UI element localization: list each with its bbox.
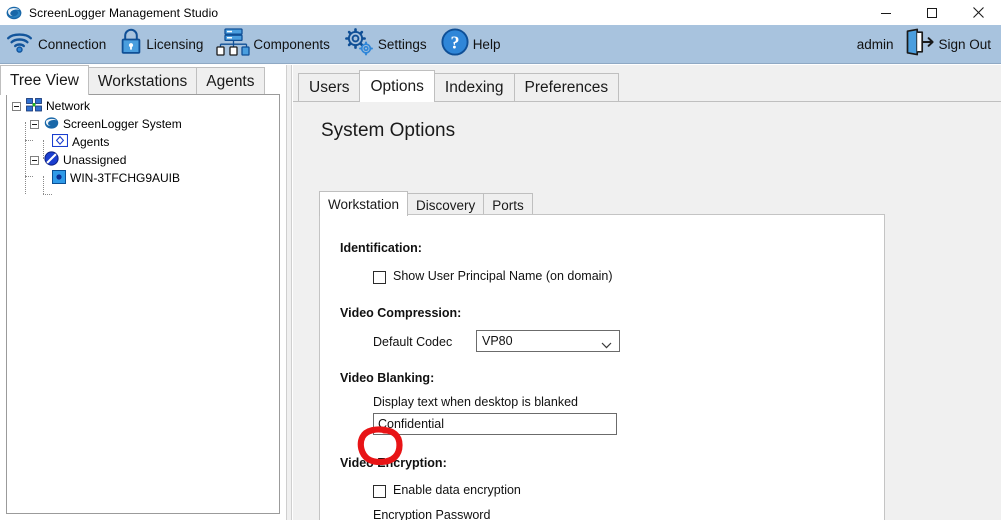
show-upn-checkbox[interactable] (373, 271, 386, 284)
display-blank-text-label: Display text when desktop is blanked (373, 395, 578, 409)
no-entry-icon (44, 151, 59, 169)
video-compression-heading: Video Compression: (340, 306, 461, 320)
tab-users[interactable]: Users (298, 73, 360, 102)
window-title: ScreenLogger Management Studio (29, 6, 218, 20)
tree-expander-unassigned[interactable] (30, 156, 39, 165)
main-tab-bar: Users Options Indexing Preferences (298, 70, 618, 102)
screenlogger-swirl-icon (44, 116, 59, 133)
tree-item-screenlogger-system[interactable]: ScreenLogger System (30, 115, 182, 133)
close-button[interactable] (955, 0, 1001, 25)
encryption-password-label: Encryption Password (373, 508, 490, 520)
tab-users-label: Users (309, 79, 349, 97)
tree-expander-screenlogger-system[interactable] (30, 120, 39, 129)
tab-indexing-label: Indexing (445, 79, 504, 97)
minimize-button[interactable] (863, 0, 909, 25)
identification-heading: Identification: (340, 241, 422, 255)
display-blank-text-input[interactable] (373, 413, 617, 435)
tree-connector-line (43, 194, 52, 195)
tab-agents[interactable]: Agents (196, 67, 264, 95)
tree-item-network[interactable]: Network (12, 97, 90, 115)
toolbar-button-licensing[interactable]: Licensing (114, 25, 211, 64)
enable-data-encryption-checkbox[interactable] (373, 485, 386, 498)
tab-options-label: Options (370, 78, 423, 96)
subtab-discovery[interactable]: Discovery (407, 193, 484, 216)
tree-connector-line (43, 176, 44, 194)
tab-tree-view-label: Tree View (10, 72, 79, 90)
current-user-label: admin (857, 37, 894, 52)
sub-tab-bar: Workstation Discovery Ports (319, 191, 532, 216)
default-codec-select[interactable]: VP80 (476, 330, 620, 352)
tree-label-workstation: WIN-3TFCHG9AUIB (70, 171, 180, 185)
main-toolbar: Connection Licensing (0, 25, 1001, 64)
tab-agents-label: Agents (206, 73, 254, 91)
toolbar-user-area: admin Sign Out (857, 28, 1001, 61)
tab-preferences-label: Preferences (525, 79, 609, 97)
show-upn-label: Show User Principal Name (on domain) (393, 269, 613, 283)
tab-indexing[interactable]: Indexing (434, 73, 515, 102)
right-panel: Users Options Indexing Preferences Syste… (293, 65, 1001, 520)
video-blanking-heading: Video Blanking: (340, 371, 434, 385)
toolbar-button-settings[interactable]: Settings (338, 25, 435, 64)
left-panel: Tree View Workstations Agents (0, 65, 286, 520)
tree-connector-line (25, 140, 33, 141)
tab-workstations-label: Workstations (98, 73, 187, 91)
server-network-icon (216, 27, 250, 62)
subtab-ports-label: Ports (492, 198, 524, 213)
title-bar: ScreenLogger Management Studio (0, 0, 1001, 25)
left-panel-tabs: Tree View Workstations Agents (0, 65, 286, 95)
content-area: System Options Workstation Discovery Por… (293, 101, 1001, 520)
toolbar-label-components: Components (253, 37, 330, 52)
tree-label-unassigned: Unassigned (63, 153, 126, 167)
toolbar-label-settings: Settings (378, 37, 427, 52)
network-grid-icon (26, 98, 42, 115)
toolbar-button-components[interactable]: Components (211, 25, 338, 64)
sign-out-icon[interactable] (903, 28, 935, 61)
tree-view[interactable]: Network ScreenLogger System (6, 94, 280, 514)
sign-out-label[interactable]: Sign Out (938, 37, 991, 52)
enable-data-encryption-label: Enable data encryption (393, 483, 521, 497)
page-title: System Options (321, 120, 455, 142)
tree-expander-network[interactable] (12, 102, 21, 111)
maximize-button[interactable] (909, 0, 955, 25)
tab-workstations[interactable]: Workstations (88, 67, 197, 95)
toolbar-button-connection[interactable]: Connection (0, 25, 114, 64)
tree-connector-line (25, 122, 26, 194)
tree-item-agents[interactable]: Agents (52, 133, 109, 151)
application-window: ScreenLogger Management Studio (0, 0, 1001, 520)
subtab-workstation[interactable]: Workstation (319, 191, 408, 216)
tree-item-unassigned[interactable]: Unassigned (30, 151, 126, 169)
default-codec-label: Default Codec (373, 335, 452, 349)
subtab-ports[interactable]: Ports (483, 193, 533, 216)
tree-connector-line (25, 176, 33, 177)
toolbar-label-licensing: Licensing (146, 37, 203, 52)
tab-options[interactable]: Options (359, 70, 434, 102)
tab-tree-view[interactable]: Tree View (0, 65, 89, 95)
chevron-down-icon (601, 338, 612, 352)
default-codec-value: VP80 (482, 334, 513, 348)
tree-label-agents: Agents (72, 135, 109, 149)
workstation-square-icon (52, 170, 66, 187)
toolbar-label-connection: Connection (38, 37, 106, 52)
tree-label-network: Network (46, 99, 90, 113)
tab-preferences[interactable]: Preferences (514, 73, 620, 102)
panel-splitter[interactable] (286, 65, 292, 520)
toolbar-button-help[interactable]: ? Help (435, 25, 509, 64)
question-circle-icon: ? (440, 27, 470, 62)
svg-text:?: ? (450, 32, 459, 52)
tree-label-screenlogger-system: ScreenLogger System (63, 117, 182, 131)
subtab-workstation-label: Workstation (328, 197, 399, 212)
agent-diamond-icon (52, 134, 68, 150)
video-encryption-heading: Video Encryption: (340, 456, 447, 470)
wifi-icon (5, 29, 35, 60)
lock-icon (119, 28, 143, 60)
toolbar-label-help: Help (473, 37, 501, 52)
gears-icon (343, 27, 375, 62)
screenlogger-logo-icon (6, 5, 22, 21)
workstation-options-form: Identification: Show User Principal Name… (319, 214, 885, 520)
tree-item-workstation[interactable]: WIN-3TFCHG9AUIB (52, 169, 180, 187)
subtab-discovery-label: Discovery (416, 198, 475, 213)
